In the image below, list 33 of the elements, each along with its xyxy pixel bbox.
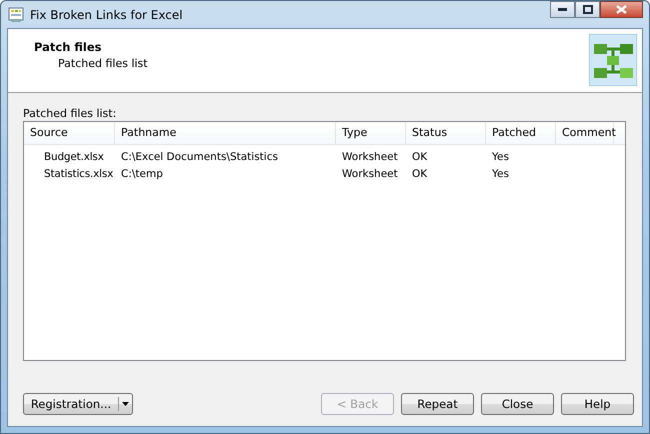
- table-cell: C:\temp: [121, 168, 163, 180]
- table-cell: OK: [412, 150, 428, 162]
- dialog-button[interactable]: Close: [481, 393, 554, 415]
- maximize-button[interactable]: [575, 1, 600, 18]
- minimize-button[interactable]: [550, 1, 575, 18]
- table-cell: Budget.xlsx: [44, 150, 104, 162]
- table-cell: Yes: [492, 168, 509, 180]
- column-header[interactable]: Comment: [556, 122, 614, 144]
- registration-button[interactable]: Registration...: [23, 393, 133, 415]
- table-cell: Worksheet: [342, 150, 398, 162]
- dialog-button[interactable]: Help: [561, 393, 634, 415]
- window-title: Fix Broken Links for Excel: [30, 8, 183, 22]
- table-cell: C:\Excel Documents\Statistics: [121, 150, 278, 162]
- minimize-icon: [558, 8, 567, 11]
- app-icon: [8, 6, 24, 22]
- maximize-icon: [582, 5, 592, 14]
- table-cell: Statistics.xlsx: [44, 168, 114, 180]
- table-cell: Worksheet: [342, 168, 398, 180]
- column-header[interactable]: Source: [24, 122, 115, 144]
- close-icon: [616, 5, 627, 14]
- column-header[interactable]: Pathname: [115, 122, 336, 144]
- page-subtitle: Patched files list: [58, 57, 148, 70]
- table-cell: Yes: [492, 150, 509, 162]
- page-title: Patch files: [34, 40, 102, 54]
- dialog-button[interactable]: Repeat: [401, 393, 474, 415]
- table-cell: OK: [412, 168, 428, 180]
- list-label: Patched files list:: [23, 107, 118, 120]
- column-header[interactable]: Patched: [486, 122, 556, 144]
- dropdown-arrow-icon: [122, 402, 129, 406]
- close-window-button[interactable]: [600, 1, 643, 18]
- network-nodes-icon: [589, 34, 637, 86]
- column-header[interactable]: Status: [406, 122, 486, 144]
- column-header[interactable]: Type: [336, 122, 406, 144]
